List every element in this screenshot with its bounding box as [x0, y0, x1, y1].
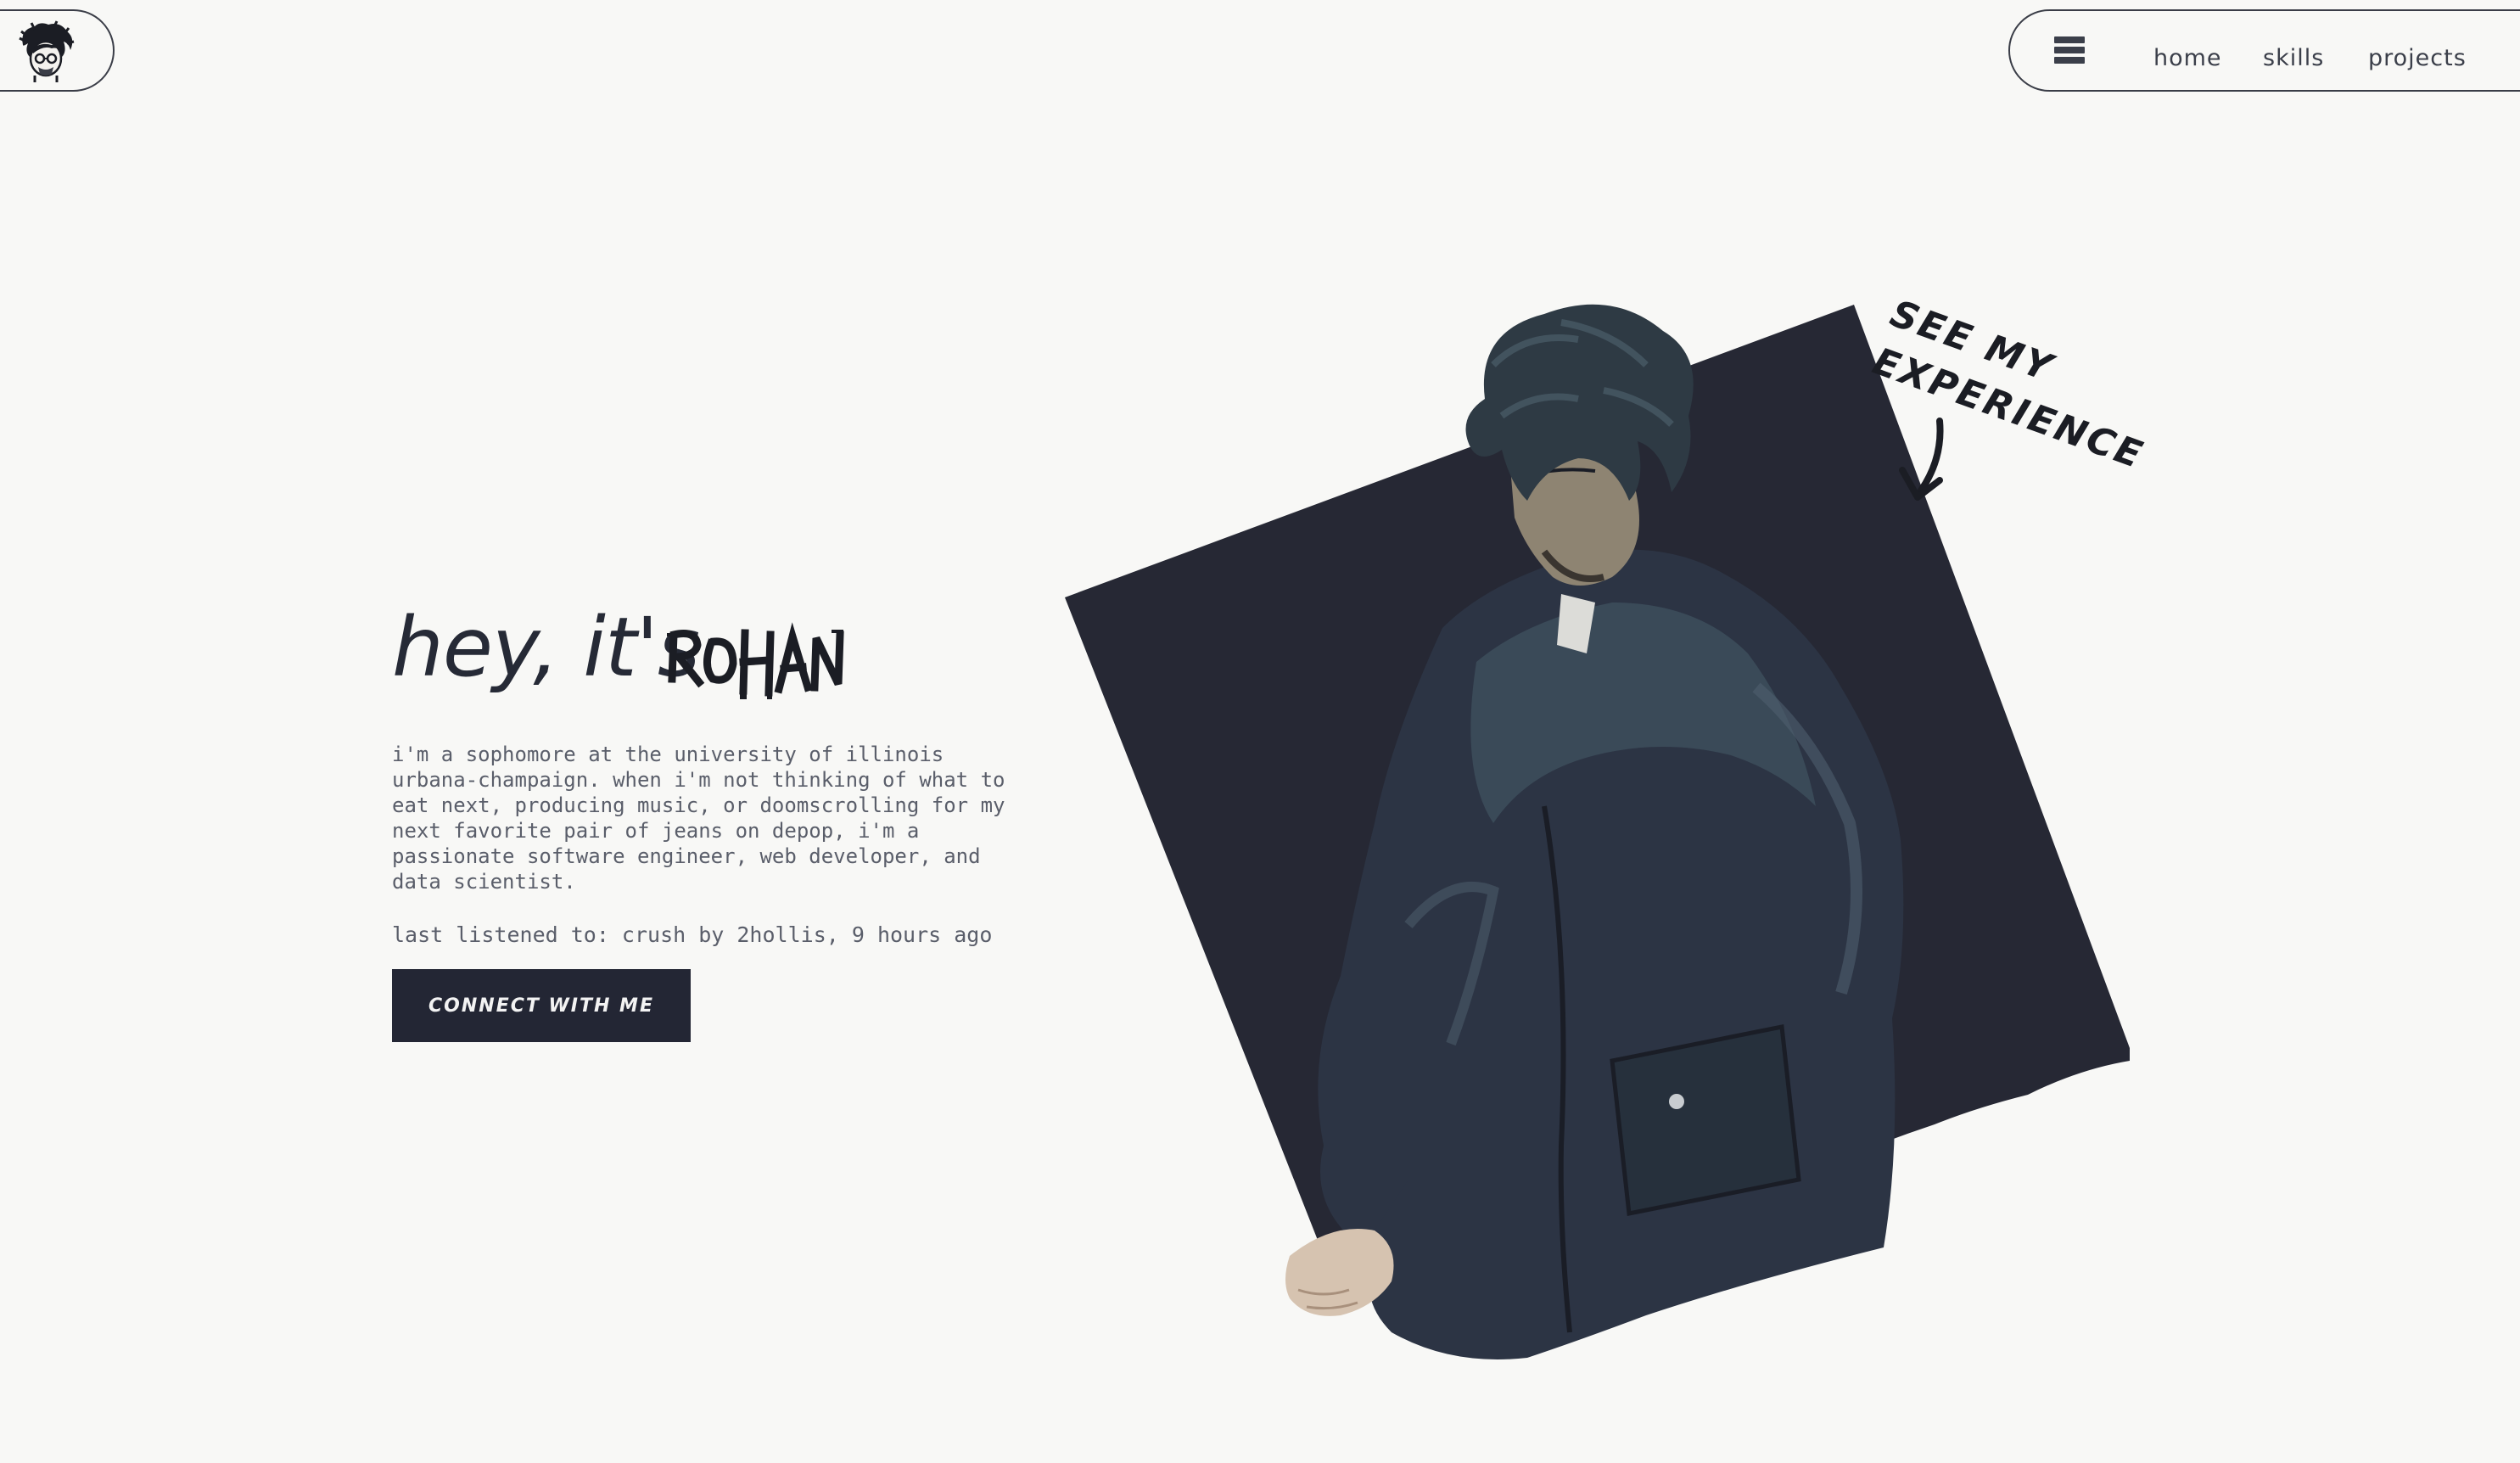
last-listened-status: last listened to: crush by 2hollis, 9 ho…: [392, 922, 993, 947]
top-nav: home skills projects: [2008, 9, 2520, 92]
arrow-down-icon: [1899, 418, 1944, 501]
nav-link-projects[interactable]: projects: [2368, 45, 2467, 71]
hamburger-menu-icon[interactable]: [2054, 36, 2085, 67]
hero-greeting: hey, it's: [392, 600, 700, 695]
hero-bio: i'm a sophomore at the university of ill…: [392, 743, 1005, 894]
connect-button[interactable]: CONNECT WITH ME: [392, 969, 691, 1042]
nav-link-home[interactable]: home: [2153, 45, 2222, 71]
name-graffiti: [667, 622, 844, 699]
see-experience-link[interactable]: SEE MY EXPERIENCE: [1868, 289, 2223, 509]
nav-link-skills[interactable]: skills: [2263, 45, 2324, 71]
avatar-logo[interactable]: [14, 20, 77, 82]
logo-pill[interactable]: [0, 9, 115, 92]
